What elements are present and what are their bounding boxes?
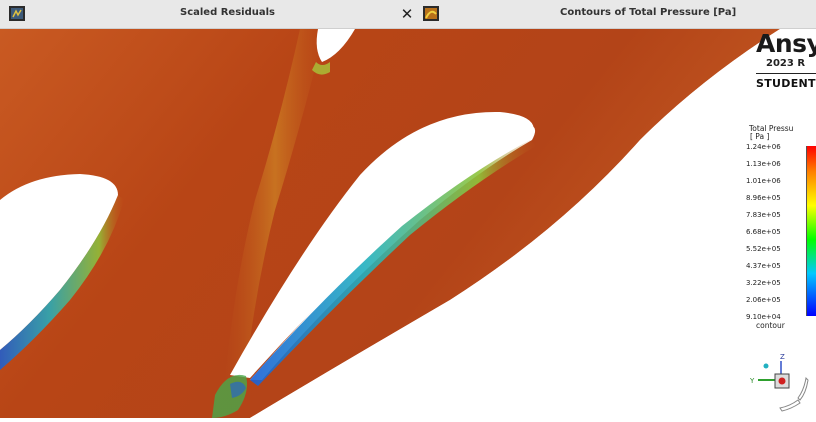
legend-tick: 1.24e+06: [746, 143, 781, 151]
tab-bar: Scaled Residuals ✕ Contours of Total Pre…: [0, 0, 816, 29]
rotate-arrow-icon: [797, 376, 809, 401]
legend-tick: 3.22e+05: [746, 279, 781, 287]
triad-dot-icon: [763, 363, 769, 369]
close-icon[interactable]: ✕: [398, 5, 416, 23]
ansys-logo: Ansy 2023 R STUDENT: [756, 31, 816, 90]
logo-edition: STUDENT: [756, 77, 816, 90]
legend-tick: 4.37e+05: [746, 262, 781, 270]
rotate-arrow-icon: [779, 399, 801, 412]
legend-footer: contour: [756, 321, 785, 330]
legend-tick: 5.52e+05: [746, 245, 781, 253]
legend-unit: [ Pa ]: [750, 132, 770, 141]
legend-tick: 9.10e+04: [746, 313, 781, 321]
graphics-viewport[interactable]: [0, 29, 816, 418]
tab-title: Contours of Total Pressure [Pa]: [560, 7, 737, 18]
color-bar: [806, 146, 816, 316]
logo-brand: Ansy: [756, 31, 816, 58]
legend-tick: 7.83e+05: [746, 211, 781, 219]
legend-tick: 6.68e+05: [746, 228, 781, 236]
fluent-window-icon: [423, 6, 439, 21]
axis-triad[interactable]: Z Y: [746, 350, 816, 418]
color-legend: Total Pressu [ Pa ] 1.24e+06 1.13e+06 1.…: [740, 124, 816, 344]
triad-x-axis-icon: [778, 377, 786, 385]
triad-z-label: Z: [780, 353, 785, 361]
tab-scaled-residuals[interactable]: Scaled Residuals ✕: [0, 0, 418, 28]
legend-tick: 2.06e+05: [746, 296, 781, 304]
logo-version: 2023 R: [766, 58, 806, 69]
triad-y-label: Y: [749, 377, 755, 385]
legend-tick: 1.13e+06: [746, 160, 781, 168]
legend-tick: 8.96e+05: [746, 194, 781, 202]
tab-title: Scaled Residuals: [180, 7, 275, 18]
legend-tick: 1.01e+06: [746, 177, 781, 185]
tab-contours-total-pressure[interactable]: Contours of Total Pressure [Pa]: [418, 0, 816, 28]
fluent-window-icon: [9, 6, 25, 21]
logo-divider: [756, 73, 816, 74]
contour-plot: [0, 29, 816, 418]
